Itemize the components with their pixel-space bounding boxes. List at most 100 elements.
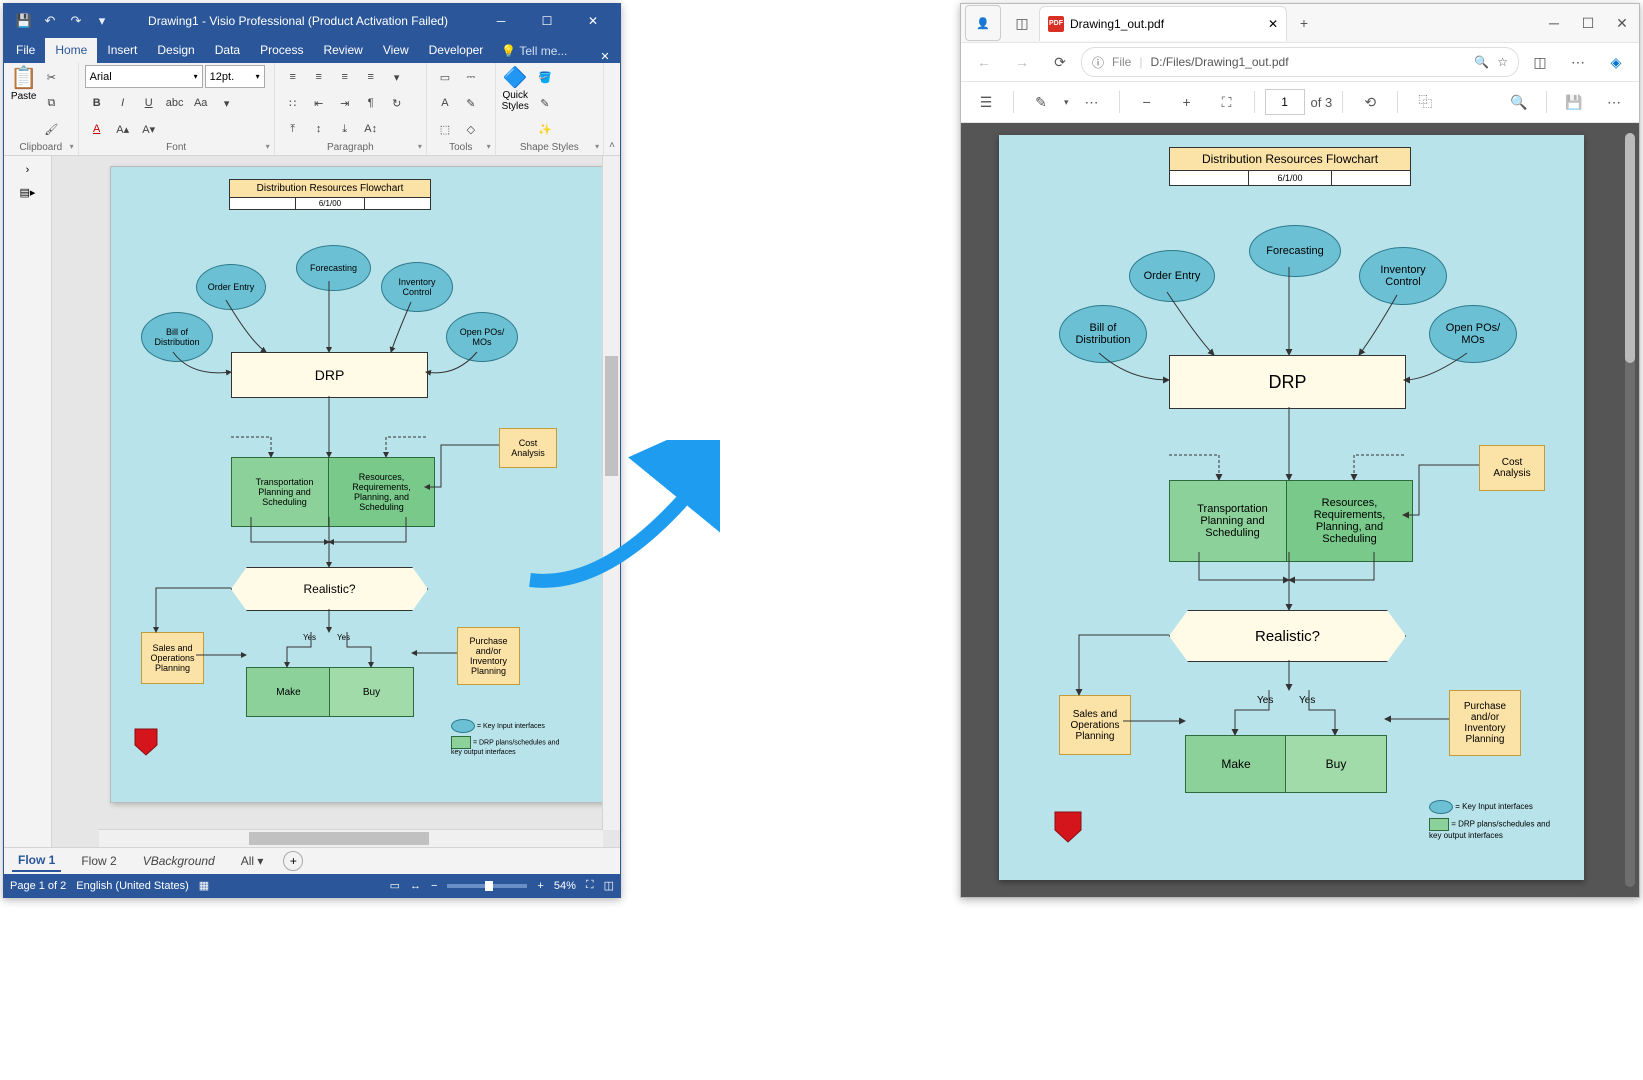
align-more[interactable]: ▾ <box>385 65 409 89</box>
bold-button[interactable]: B <box>85 91 109 115</box>
bullets[interactable]: ∷ <box>281 91 305 115</box>
shapes-stencil-icon[interactable]: ▤▸ <box>20 186 36 199</box>
tool-misc[interactable]: ✎ <box>459 91 483 115</box>
rotate-icon[interactable]: ⟲ <box>1353 87 1387 117</box>
strike-button[interactable]: abc <box>163 91 187 115</box>
draw-icon[interactable]: ✎ <box>1024 87 1058 117</box>
fill-button[interactable]: 🪣 <box>533 65 557 89</box>
pdf-zoom-out[interactable]: − <box>1130 87 1164 117</box>
text-tool[interactable]: A <box>433 91 457 115</box>
shape-forecasting[interactable]: Forecasting <box>296 245 371 291</box>
presentation-icon[interactable]: ▭ <box>390 879 400 892</box>
back-button[interactable]: ← <box>967 47 1001 77</box>
drawing-page[interactable]: Distribution Resources Flowchart 6/1/00 … <box>110 166 612 803</box>
shape-order-entry[interactable]: Order Entry <box>196 264 266 310</box>
horizontal-scrollbar[interactable] <box>99 829 603 847</box>
page-tab-all[interactable]: All ▾ <box>235 851 270 871</box>
new-tab-button[interactable]: + <box>1287 8 1321 38</box>
align-center[interactable]: ≡ <box>307 65 331 89</box>
quick-styles-icon[interactable]: 🔷 <box>503 65 528 90</box>
case-button[interactable]: Aa <box>189 91 213 115</box>
page-tab-flow1[interactable]: Flow 1 <box>12 850 61 872</box>
tab-insert[interactable]: Insert <box>97 38 147 63</box>
spacing[interactable]: A↕ <box>359 117 383 141</box>
justify[interactable]: ≡ <box>359 65 383 89</box>
shape-transportation[interactable]: Transportation Planning and Scheduling <box>231 457 338 527</box>
fit-icon[interactable]: ⛶ <box>1210 87 1244 117</box>
draw-more-icon[interactable]: ▾ <box>1064 97 1069 108</box>
zoom-in-icon[interactable]: + <box>537 880 543 892</box>
switch-window-icon[interactable]: ◫ <box>604 879 614 892</box>
tab-review[interactable]: Review <box>313 38 372 63</box>
settings-more-icon[interactable]: ⋯ <box>1561 47 1595 77</box>
valign-top[interactable]: ⤒ <box>281 117 305 141</box>
fit-page-icon[interactable]: ⛶ <box>586 879 594 892</box>
align-left[interactable]: ≡ <box>281 65 305 89</box>
zoom-slider[interactable] <box>447 884 527 888</box>
add-page-button[interactable]: + <box>283 851 303 871</box>
pdf-scrollbar[interactable] <box>1625 133 1635 887</box>
shape-buy[interactable]: Buy <box>329 667 414 717</box>
paste-icon[interactable]: 📋 <box>10 65 37 91</box>
page-tab-flow2[interactable]: Flow 2 <box>75 851 122 871</box>
tool-4[interactable]: ◇ <box>459 117 483 141</box>
tab-developer[interactable]: Developer <box>419 38 494 63</box>
pdf-viewport[interactable]: Distribution Resources Flowchart 6/1/00 … <box>961 123 1639 897</box>
font-color-button[interactable]: A <box>85 117 109 141</box>
save-pdf-icon[interactable]: 💾 <box>1557 87 1591 117</box>
tab-view[interactable]: View <box>373 38 419 63</box>
tab-home[interactable]: Home <box>45 38 97 63</box>
shrink-font-button[interactable]: A▾ <box>137 117 161 141</box>
tab-process[interactable]: Process <box>250 38 313 63</box>
copy-icon[interactable]: ⧉ <box>39 91 63 115</box>
workspaces-icon[interactable]: ◫ <box>1005 8 1039 38</box>
minimize-button[interactable]: ─ <box>478 4 524 37</box>
maximize-button[interactable]: ☐ <box>524 4 570 37</box>
undo-icon[interactable]: ↶ <box>40 11 60 31</box>
page-tab-vbackground[interactable]: VBackground <box>137 851 221 871</box>
cut-icon[interactable]: ✂ <box>39 65 63 89</box>
shape-make[interactable]: Make <box>246 667 331 717</box>
browser-tab[interactable]: PDF Drawing1_out.pdf ✕ <box>1039 6 1287 41</box>
underline-button[interactable]: U <box>137 91 161 115</box>
redo-icon[interactable]: ↷ <box>66 11 86 31</box>
copilot-icon[interactable]: ◈ <box>1599 47 1633 77</box>
vertical-scrollbar[interactable] <box>602 156 620 830</box>
ribbon-close-icon[interactable]: ✕ <box>590 50 620 63</box>
font-size-box[interactable]: 12pt.▾ <box>205 65 265 88</box>
shape-sop[interactable]: Sales and Operations Planning <box>141 632 204 684</box>
refresh-button[interactable]: ⟳ <box>1043 47 1077 77</box>
find-icon[interactable]: 🔍 <box>1502 87 1536 117</box>
site-info-icon[interactable]: ⓘ <box>1092 54 1104 71</box>
ribbon-collapse-icon[interactable]: ˄ <box>609 140 615 151</box>
profile-icon[interactable]: 👤 <box>965 5 1001 41</box>
pdf-overflow-icon[interactable]: ⋯ <box>1597 87 1631 117</box>
address-bar[interactable]: ⓘ File | D:/Files/Drawing1_out.pdf 🔍 ☆ <box>1081 47 1519 77</box>
forward-button[interactable]: → <box>1005 47 1039 77</box>
pdf-more-icon[interactable]: ⋯ <box>1075 87 1109 117</box>
shapes-expand-icon[interactable]: › <box>26 164 30 176</box>
zoom-lens-icon[interactable]: 🔍 <box>1474 55 1489 69</box>
valign-mid[interactable]: ↕ <box>307 117 331 141</box>
tab-file[interactable]: File <box>6 38 45 63</box>
connector-tool[interactable]: ⎓ <box>459 65 483 89</box>
rotate-text[interactable]: ↻ <box>385 91 409 115</box>
effects-button[interactable]: ✨ <box>533 117 557 141</box>
tab-close-icon[interactable]: ✕ <box>1268 17 1278 31</box>
shape-resources[interactable]: Resources, Requirements, Planning, and S… <box>328 457 435 527</box>
valign-bot[interactable]: ⤓ <box>333 117 357 141</box>
shape-pip[interactable]: Purchase and/or Inventory Planning <box>457 627 520 685</box>
macro-icon[interactable]: ▦ <box>199 879 209 892</box>
text-dir[interactable]: ¶ <box>359 91 383 115</box>
close-button[interactable]: ✕ <box>570 4 616 37</box>
font-more-icon[interactable]: ▾ <box>215 91 239 115</box>
zoom-out-icon[interactable]: − <box>431 880 437 892</box>
tab-data[interactable]: Data <box>205 38 250 63</box>
indent-dec[interactable]: ⇤ <box>307 91 331 115</box>
shapes-pane-collapsed[interactable]: › ▤▸ <box>4 156 52 847</box>
indent-inc[interactable]: ⇥ <box>333 91 357 115</box>
tab-design[interactable]: Design <box>147 38 204 63</box>
line-button[interactable]: ✎ <box>533 91 557 115</box>
align-right[interactable]: ≡ <box>333 65 357 89</box>
contents-icon[interactable]: ☰ <box>969 87 1003 117</box>
